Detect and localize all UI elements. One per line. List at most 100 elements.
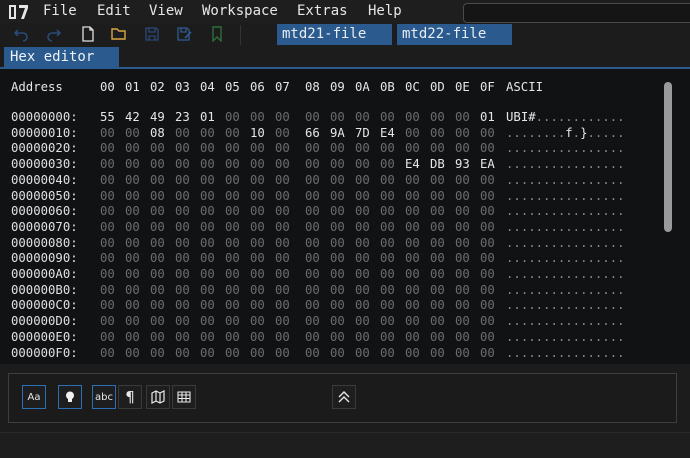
hex-byte[interactable]: 00	[100, 235, 115, 251]
hex-byte[interactable]: 08	[150, 125, 165, 141]
hex-byte[interactable]: 00	[305, 235, 320, 251]
hex-byte[interactable]: 00	[250, 188, 265, 204]
hex-byte[interactable]: 00	[405, 203, 420, 219]
hex-byte[interactable]: 00	[355, 203, 370, 219]
hex-byte[interactable]: 00	[200, 140, 215, 156]
hex-byte[interactable]: 00	[430, 297, 445, 313]
hex-byte[interactable]: 00	[330, 313, 345, 329]
hex-byte[interactable]: 00	[355, 313, 370, 329]
hex-byte[interactable]: 00	[405, 282, 420, 298]
hex-byte[interactable]: 00	[100, 282, 115, 298]
hex-byte[interactable]: 00	[480, 329, 495, 345]
hex-byte[interactable]: 49	[150, 109, 165, 125]
hex-byte[interactable]: 00	[150, 313, 165, 329]
hex-row[interactable]: 00000080: 00 00 00 00 00 00 00 00 00 00 00 00 00 00 00 0…	[0, 235, 690, 251]
hex-byte[interactable]: 00	[405, 109, 420, 125]
hex-byte[interactable]: 00	[455, 266, 470, 282]
hex-byte[interactable]: 00	[100, 250, 115, 266]
hex-byte[interactable]: 00	[330, 235, 345, 251]
hex-byte[interactable]: 00	[355, 235, 370, 251]
hex-byte[interactable]: 00	[480, 345, 495, 361]
menu-workspace[interactable]: Workspace	[202, 3, 278, 19]
hex-byte[interactable]: 00	[380, 235, 395, 251]
hex-byte[interactable]: 00	[225, 188, 240, 204]
hex-byte[interactable]: 00	[200, 297, 215, 313]
hex-byte[interactable]: 00	[405, 297, 420, 313]
hex-byte[interactable]: 00	[100, 345, 115, 361]
hex-byte[interactable]: 00	[380, 219, 395, 235]
hex-byte[interactable]: 00	[200, 329, 215, 345]
hex-byte[interactable]: 00	[175, 282, 190, 298]
hex-byte[interactable]: 00	[405, 345, 420, 361]
hex-byte[interactable]: 00	[305, 156, 320, 172]
hex-byte[interactable]: 00	[380, 140, 395, 156]
hex-byte[interactable]: 00	[430, 345, 445, 361]
hex-byte[interactable]: 00	[175, 188, 190, 204]
hex-byte[interactable]: 00	[175, 140, 190, 156]
hex-byte[interactable]: 00	[175, 313, 190, 329]
hex-byte[interactable]: 00	[200, 345, 215, 361]
ascii-cell[interactable]: ................	[506, 188, 625, 204]
hex-byte[interactable]: 00	[225, 156, 240, 172]
hex-byte[interactable]: 00	[275, 250, 290, 266]
hex-byte[interactable]: 00	[275, 156, 290, 172]
hex-byte[interactable]: 00	[355, 156, 370, 172]
hex-byte[interactable]: 00	[480, 125, 495, 141]
hex-byte[interactable]: 00	[405, 125, 420, 141]
tab-hex-editor[interactable]: Hex editor	[4, 47, 119, 67]
hex-byte[interactable]: 7D	[355, 125, 370, 141]
hex-byte[interactable]: 00	[150, 140, 165, 156]
hex-byte[interactable]: 00	[275, 282, 290, 298]
hex-byte[interactable]: 00	[275, 140, 290, 156]
hex-byte[interactable]: 00	[455, 188, 470, 204]
hex-byte[interactable]: 00	[225, 140, 240, 156]
new-file-icon[interactable]	[80, 26, 96, 42]
hex-byte[interactable]: 00	[275, 313, 290, 329]
hex-byte[interactable]: 00	[125, 329, 140, 345]
hex-byte[interactable]: 93	[455, 156, 470, 172]
hex-byte[interactable]: 00	[430, 203, 445, 219]
hex-byte[interactable]: 00	[480, 266, 495, 282]
hex-byte[interactable]: 00	[380, 109, 395, 125]
hex-byte[interactable]: 00	[175, 345, 190, 361]
hex-byte[interactable]: 00	[125, 313, 140, 329]
hex-byte[interactable]: 00	[405, 188, 420, 204]
hex-byte[interactable]: 00	[225, 329, 240, 345]
hex-byte[interactable]: 00	[430, 266, 445, 282]
hex-byte[interactable]: 00	[150, 282, 165, 298]
hex-byte[interactable]: 00	[225, 345, 240, 361]
hex-byte[interactable]: 00	[380, 188, 395, 204]
hex-byte[interactable]: 00	[330, 266, 345, 282]
hex-byte[interactable]: 9A	[330, 125, 345, 141]
hex-row[interactable]: 000000E0: 00 00 00 00 00 00 00 00 00 00 00 00 00 00 00 0…	[0, 329, 690, 345]
hex-byte[interactable]: 00	[125, 188, 140, 204]
hex-byte[interactable]: 00	[175, 329, 190, 345]
hex-byte[interactable]: 00	[175, 203, 190, 219]
hex-byte[interactable]: 00	[330, 203, 345, 219]
hex-byte[interactable]: 00	[125, 297, 140, 313]
hex-byte[interactable]: 00	[250, 250, 265, 266]
ascii-cell[interactable]: UBI#............	[506, 109, 625, 125]
hex-byte[interactable]: 00	[175, 297, 190, 313]
hex-byte[interactable]: 00	[330, 188, 345, 204]
hex-byte[interactable]: 00	[380, 329, 395, 345]
hex-byte[interactable]: 00	[305, 109, 320, 125]
hex-byte[interactable]: 00	[430, 140, 445, 156]
hex-byte[interactable]: 00	[330, 172, 345, 188]
hex-row[interactable]: 00000010: 00 00 08 00 00 00 10 00 66 9A 7D E4 00 00 00 0…	[0, 125, 690, 141]
hex-byte[interactable]: 00	[480, 140, 495, 156]
hex-byte[interactable]: 00	[250, 235, 265, 251]
hex-byte[interactable]: 00	[275, 125, 290, 141]
hex-byte[interactable]: 00	[250, 203, 265, 219]
hex-byte[interactable]: 00	[330, 329, 345, 345]
hex-byte[interactable]: 00	[380, 250, 395, 266]
hex-row[interactable]: 000000C0: 00 00 00 00 00 00 00 00 00 00 00 00 00 00 00 0…	[0, 297, 690, 313]
hex-byte[interactable]: 00	[225, 109, 240, 125]
hex-byte[interactable]: 00	[380, 156, 395, 172]
hex-byte[interactable]: 00	[455, 282, 470, 298]
hex-byte[interactable]: 00	[100, 172, 115, 188]
hex-byte[interactable]: 00	[330, 140, 345, 156]
hex-byte[interactable]: 00	[225, 219, 240, 235]
hex-byte[interactable]: 00	[330, 345, 345, 361]
save-icon[interactable]	[144, 26, 160, 42]
